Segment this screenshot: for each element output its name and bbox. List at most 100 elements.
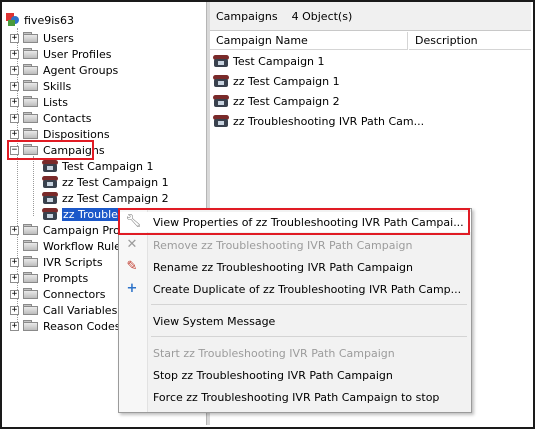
menu-item-label: View System Message [153,314,276,328]
expand-icon[interactable]: + [10,113,19,123]
campaign-phone-icon [213,94,229,108]
tree-item-users[interactable]: + Users [10,30,74,46]
tree-item-label: Connectors [43,287,106,301]
menu-item-create-duplicate[interactable]: + Create Duplicate of zz Troubleshooting… [119,279,471,299]
tree-item-test-campaign-1[interactable]: Test Campaign 1 [42,158,154,174]
tree-item-label: IVR Scripts [43,255,103,269]
tree-item-label: Agent Groups [43,63,119,77]
menu-item-label: Stop zz Troubleshooting IVR Path Campaig… [153,368,393,382]
folder-icon [23,224,39,236]
expand-icon[interactable]: + [10,289,19,299]
menu-separator [151,336,467,337]
tree-item-connectors[interactable]: + Connectors [10,286,105,302]
campaign-phone-icon [213,54,229,68]
expand-icon[interactable]: + [10,129,19,139]
tree-item-label: Reason Codes [43,319,121,333]
folder-icon [23,240,39,252]
folder-icon [23,32,39,44]
menu-item-rename[interactable]: ✎ Rename zz Troubleshooting IVR Path Cam… [119,257,471,277]
tree-item-contacts[interactable]: + Contacts [10,110,92,126]
tree-item-label: zz Test Campaign 1 [62,175,169,189]
menu-item-label: Remove zz Troubleshooting IVR Path Campa… [153,238,413,252]
tree-item-label: Call Variables [43,303,118,317]
pane-title: Campaigns [216,9,278,23]
folder-icon [23,96,39,108]
tree-item-label: Dispositions [43,127,110,141]
tree-item-lists[interactable]: + Lists [10,94,68,110]
list-item[interactable]: zz Troubleshooting IVR Path Cam... [210,112,531,130]
tree-item-label: Contacts [43,111,92,125]
list-item[interactable]: zz Test Campaign 1 [210,72,531,90]
tree-item-label: zz Test Campaign 2 [62,191,169,205]
tree-item-label: Prompts [43,271,89,285]
tree-item-label: zz Troubles [62,207,125,221]
expand-icon[interactable]: + [10,273,19,283]
tree-item-user-profiles[interactable]: + User Profiles [10,46,112,62]
tree-item-skills[interactable]: + Skills [10,78,71,94]
expand-icon[interactable]: + [10,97,19,107]
tree-item-agent-groups[interactable]: + Agent Groups [10,62,118,78]
folder-icon [23,288,39,300]
menu-item-force-stop-campaign[interactable]: Force zz Troubleshooting IVR Path Campai… [119,387,471,407]
tree-item-label: Lists [43,95,68,109]
tree-item-workflow-rules[interactable]: Workflow Rule [23,238,121,254]
column-header-description[interactable]: Description [409,32,531,50]
tree-item-ivr-scripts[interactable]: + IVR Scripts [10,254,103,270]
menu-item-label: Force zz Troubleshooting IVR Path Campai… [153,390,440,404]
tree-root[interactable]: five9is63 [6,12,74,28]
folder-icon [23,320,39,332]
folder-icon [23,272,39,284]
context-menu: 🔧︎ View Properties of zz Troubleshooting… [118,208,472,413]
menu-separator [151,304,467,305]
object-count: 4 Object(s) [291,9,353,23]
tree-item-zz-test-campaign-2[interactable]: zz Test Campaign 2 [42,190,169,206]
menu-item-label: Start zz Troubleshooting IVR Path Campai… [153,346,395,360]
expand-icon[interactable]: + [10,305,19,315]
rename-icon: ✎ [126,259,138,274]
expand-icon[interactable]: + [10,81,19,91]
highlight-box-campaigns [7,140,94,160]
menu-item-view-system-message[interactable]: View System Message [119,311,471,331]
tree-item-zz-test-campaign-1[interactable]: zz Test Campaign 1 [42,174,169,190]
folder-icon [23,304,39,316]
plus-icon: + [126,281,138,296]
highlight-box-view-properties [118,208,470,235]
tree-item-zz-troubleshooting[interactable]: zz Troubles [42,206,125,222]
tree-item-prompts[interactable]: + Prompts [10,270,88,286]
tree-item-label: Campaign Prof [43,223,124,237]
folder-icon [23,64,39,76]
tree-item-call-variables[interactable]: + Call Variables [10,302,117,318]
expand-icon[interactable]: + [10,257,19,267]
delete-x-icon: ✕ [126,237,138,252]
folder-icon [23,48,39,60]
column-header-campaign-name[interactable]: Campaign Name [210,32,408,50]
tree-item-campaign-profiles[interactable]: + Campaign Prof [10,222,124,238]
campaign-phone-icon [42,175,58,189]
list-item[interactable]: Test Campaign 1 [210,52,531,70]
expand-icon[interactable]: + [10,225,19,235]
list-item[interactable]: zz Test Campaign 2 [210,92,531,110]
expand-icon[interactable]: + [10,321,19,331]
menu-item-stop-campaign[interactable]: Stop zz Troubleshooting IVR Path Campaig… [119,365,471,385]
campaign-phone-icon [42,159,58,173]
menu-item-remove[interactable]: ✕ Remove zz Troubleshooting IVR Path Cam… [119,235,471,255]
tree-item-reason-codes[interactable]: + Reason Codes [10,318,120,334]
menu-item-label: Create Duplicate of zz Troubleshooting I… [153,282,462,296]
tree-item-label: User Profiles [43,47,112,61]
campaign-phone-icon [42,191,58,205]
campaign-name: Test Campaign 1 [233,54,325,68]
tree-item-label: Test Campaign 1 [62,159,154,173]
campaign-phone-icon [213,74,229,88]
expand-icon[interactable]: + [10,33,19,43]
folder-icon [23,256,39,268]
expand-icon[interactable]: + [10,49,19,59]
menu-item-start-campaign[interactable]: Start zz Troubleshooting IVR Path Campai… [119,343,471,363]
pane-header: Campaigns 4 Object(s) [210,2,531,31]
server-icon [6,13,20,27]
folder-icon [23,128,39,140]
tree-item-label: Users [43,31,74,45]
folder-icon [23,80,39,92]
tree-item-label: Skills [43,79,72,93]
expand-icon[interactable]: + [10,65,19,75]
tree-root-label: five9is63 [24,13,74,27]
